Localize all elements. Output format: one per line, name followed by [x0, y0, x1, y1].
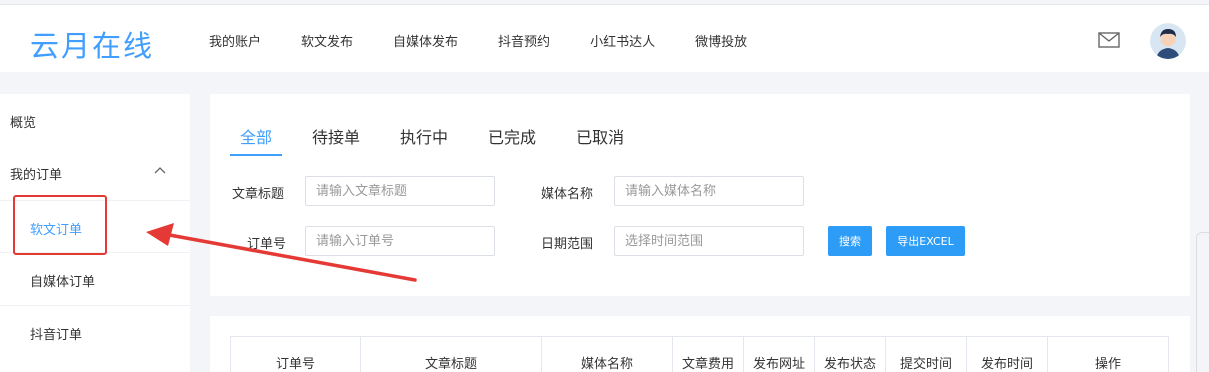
scrollbar-edge[interactable]: [1196, 232, 1209, 372]
column-header-publish-time: 发布时间: [967, 337, 1048, 372]
tab-completed[interactable]: 已完成: [488, 124, 536, 156]
date-range-label: 日期范围: [541, 237, 594, 252]
article-title-label: 文章标题: [232, 187, 285, 202]
main-nav: 我的账户 软文发布 自媒体发布 抖音预约 小红书达人 微博投放: [209, 31, 787, 50]
user-avatar[interactable]: [1150, 23, 1186, 59]
tab-all[interactable]: 全部: [230, 124, 283, 156]
column-header-order-number: 订单号: [231, 337, 361, 372]
orders-table-header: 订单号 文章标题 媒体名称 文章费用 发布网址 发布状态 提交时间 发布时间 操…: [230, 336, 1169, 372]
column-header-submit-time: 提交时间: [886, 337, 967, 372]
tab-cancelled[interactable]: 已取消: [576, 124, 624, 156]
nav-item-account[interactable]: 我的账户: [209, 31, 261, 50]
nav-item-xiaohongshu[interactable]: 小红书达人: [590, 31, 655, 50]
article-title-input[interactable]: [305, 176, 495, 206]
avatar-icon: [1150, 23, 1186, 59]
annotation-highlight-box: [13, 195, 107, 255]
sidebar-item-label: 自媒体订单: [30, 275, 96, 290]
annotation-arrow: [146, 223, 417, 282]
export-excel-button[interactable]: 导出EXCEL: [886, 226, 965, 256]
column-header-media-name: 媒体名称: [542, 337, 673, 372]
nav-item-douyin-booking[interactable]: 抖音预约: [498, 31, 550, 50]
tab-pending[interactable]: 待接单: [312, 124, 360, 156]
sidebar-item-douyin-orders[interactable]: 抖音订单: [0, 305, 190, 357]
brand-logo[interactable]: 云月在线: [30, 23, 154, 65]
column-header-publish-status: 发布状态: [815, 337, 886, 372]
chevron-up-icon: [154, 167, 166, 174]
nav-item-self-media-publish[interactable]: 自媒体发布: [393, 31, 458, 50]
tab-in-progress[interactable]: 执行中: [400, 124, 448, 156]
column-header-actions: 操作: [1048, 337, 1169, 372]
date-range-picker[interactable]: [614, 226, 804, 256]
sidebar-item-my-orders[interactable]: 我的订单: [0, 146, 190, 198]
column-header-article-title: 文章标题: [361, 337, 542, 372]
nav-item-weibo[interactable]: 微博投放: [695, 31, 747, 50]
orders-table-panel: 订单号 文章标题 媒体名称 文章费用 发布网址 发布状态 提交时间 发布时间 操…: [210, 316, 1190, 372]
status-tabs: 全部 待接单 执行中 已完成 已取消: [230, 124, 664, 156]
media-name-input[interactable]: [614, 176, 804, 206]
search-button[interactable]: 搜索: [828, 226, 872, 256]
column-header-article-fee: 文章费用: [673, 337, 744, 372]
sidebar-item-label: 我的订单: [10, 168, 63, 183]
nav-item-article-publish[interactable]: 软文发布: [301, 31, 353, 50]
mail-icon[interactable]: [1098, 32, 1120, 48]
sidebar-item-overview[interactable]: 概览: [0, 94, 190, 146]
media-name-label: 媒体名称: [541, 187, 594, 202]
column-header-publish-url: 发布网址: [744, 337, 815, 372]
top-header: 云月在线 我的账户 软文发布 自媒体发布 抖音预约 小红书达人 微博投放: [0, 4, 1209, 72]
sidebar-item-label: 概览: [10, 116, 37, 131]
sidebar-item-label: 抖音订单: [30, 328, 83, 343]
